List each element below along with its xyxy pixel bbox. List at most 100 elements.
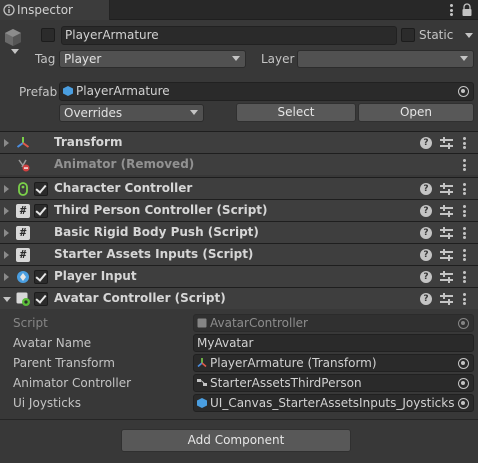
lock-icon[interactable] [461, 3, 473, 17]
select-button[interactable]: Select [236, 103, 356, 122]
component-menu-icon[interactable] [463, 183, 466, 195]
component-enabled-checkbox[interactable] [34, 182, 48, 196]
script-icon: # [16, 204, 30, 218]
static-checkbox[interactable] [401, 28, 415, 42]
script-value: AvatarController [210, 316, 308, 330]
help-icon[interactable]: ? [420, 183, 432, 195]
foldout-arrow-icon[interactable] [3, 297, 11, 302]
component-enabled-checkbox[interactable] [34, 204, 48, 218]
prefab-cube-icon [63, 86, 73, 96]
component-title: Third Person Controller (Script) [54, 203, 268, 217]
presets-icon[interactable] [440, 249, 453, 261]
tab-title: Inspector [17, 3, 73, 17]
component-menu-icon[interactable] [463, 293, 466, 305]
presets-icon[interactable] [440, 227, 453, 239]
component-menu-icon[interactable] [463, 137, 466, 149]
character-controller-icon [18, 182, 28, 196]
active-checkbox[interactable] [41, 28, 55, 42]
foldout-arrow-icon[interactable] [4, 185, 9, 193]
help-icon[interactable]: ? [420, 227, 432, 239]
object-picker-icon [458, 318, 469, 329]
layer-dropdown[interactable] [297, 50, 474, 68]
script-field: AvatarController [193, 314, 474, 332]
help-icon[interactable]: ? [420, 271, 432, 283]
component-menu-icon[interactable] [463, 249, 466, 261]
overrides-dropdown[interactable]: Overrides [59, 104, 204, 122]
prefab-cube-icon [197, 398, 207, 408]
chevron-down-icon [190, 110, 198, 115]
foldout-arrow-icon[interactable] [4, 207, 9, 215]
component-title: Player Input [54, 269, 137, 283]
animator-removed-icon [18, 159, 30, 172]
component-animator-removed[interactable]: Animator (Removed) [0, 153, 478, 175]
tag-value: Player [64, 52, 102, 66]
transform-icon [197, 358, 207, 368]
presets-icon[interactable] [440, 183, 453, 195]
script-label: Script [13, 316, 48, 330]
prefab-value: PlayerArmature [76, 84, 170, 98]
open-button[interactable]: Open [358, 103, 474, 122]
help-icon[interactable]: ? [420, 137, 432, 149]
component-third-person-controller[interactable]: # Third Person Controller (Script) ? [0, 199, 478, 221]
component-transform[interactable]: Transform ? [0, 131, 478, 153]
component-enabled-checkbox[interactable] [34, 292, 48, 306]
component-menu-icon[interactable] [463, 271, 466, 283]
object-picker-icon[interactable] [458, 358, 469, 369]
gameobject-cube-icon [5, 29, 21, 46]
component-starter-assets-inputs[interactable]: # Starter Assets Inputs (Script) ? [0, 243, 478, 265]
component-menu-icon[interactable] [463, 159, 466, 171]
component-title: Animator (Removed) [54, 157, 195, 171]
avatar-name-label: Avatar Name [13, 336, 92, 350]
animator-controller-value: StarterAssetsThirdPerson [210, 376, 362, 390]
help-icon[interactable]: ? [420, 249, 432, 261]
presets-icon[interactable] [440, 271, 453, 283]
avatar-name-input[interactable]: MyAvatar [193, 334, 474, 352]
component-title: Basic Rigid Body Push (Script) [54, 225, 259, 239]
prefab-field[interactable]: PlayerArmature [59, 82, 474, 101]
foldout-arrow-icon[interactable] [4, 139, 9, 147]
ui-joysticks-field[interactable]: UI_Canvas_StarterAssetsInputs_Joysticks [193, 394, 474, 412]
component-title: Starter Assets Inputs (Script) [54, 247, 254, 261]
divider [0, 419, 478, 420]
component-menu-icon[interactable] [463, 205, 466, 217]
ui-joysticks-value: UI_Canvas_StarterAssetsInputs_Joysticks [210, 396, 455, 410]
object-picker-icon[interactable] [458, 86, 469, 97]
layer-label: Layer [261, 52, 295, 66]
icon-dropdown-arrow[interactable] [11, 49, 19, 54]
tag-label: Tag [35, 52, 56, 66]
parent-transform-value: PlayerArmature (Transform) [210, 356, 377, 370]
object-name-field[interactable]: PlayerArmature [61, 26, 397, 45]
script-icon: # [16, 248, 30, 262]
presets-icon[interactable] [440, 137, 453, 149]
ui-joysticks-label: Ui Joysticks [13, 396, 82, 410]
object-picker-icon[interactable] [458, 398, 469, 409]
chevron-down-icon [460, 56, 468, 61]
foldout-arrow-icon[interactable] [4, 273, 9, 281]
parent-transform-label: Parent Transform [13, 356, 115, 370]
foldout-arrow-icon[interactable] [4, 251, 9, 259]
info-icon [3, 4, 15, 16]
foldout-arrow-icon[interactable] [4, 229, 9, 237]
component-menu-icon[interactable] [463, 227, 466, 239]
help-icon[interactable]: ? [420, 205, 432, 217]
animator-controller-icon [197, 379, 207, 386]
script-file-icon [197, 318, 207, 328]
component-player-input[interactable]: Player Input ? [0, 265, 478, 287]
component-basic-rigid-body-push[interactable]: # Basic Rigid Body Push (Script) ? [0, 221, 478, 243]
component-title: Avatar Controller (Script) [54, 291, 226, 305]
presets-icon[interactable] [440, 293, 453, 305]
component-avatar-controller[interactable]: Avatar Controller (Script) ? [0, 287, 478, 309]
static-dropdown-arrow[interactable] [465, 33, 473, 38]
presets-icon[interactable] [440, 205, 453, 217]
static-label: Static [419, 28, 454, 42]
object-picker-icon[interactable] [458, 378, 469, 389]
animator-controller-field[interactable]: StarterAssetsThirdPerson [193, 374, 474, 392]
help-icon[interactable]: ? [420, 293, 432, 305]
tab-menu-icon[interactable] [450, 4, 453, 16]
tab-inspector[interactable]: Inspector [0, 0, 110, 20]
component-character-controller[interactable]: Character Controller ? [0, 177, 478, 199]
tag-dropdown[interactable]: Player [59, 50, 246, 68]
add-component-button[interactable]: Add Component [121, 429, 351, 452]
component-enabled-checkbox[interactable] [34, 270, 48, 284]
parent-transform-field[interactable]: PlayerArmature (Transform) [193, 354, 474, 372]
